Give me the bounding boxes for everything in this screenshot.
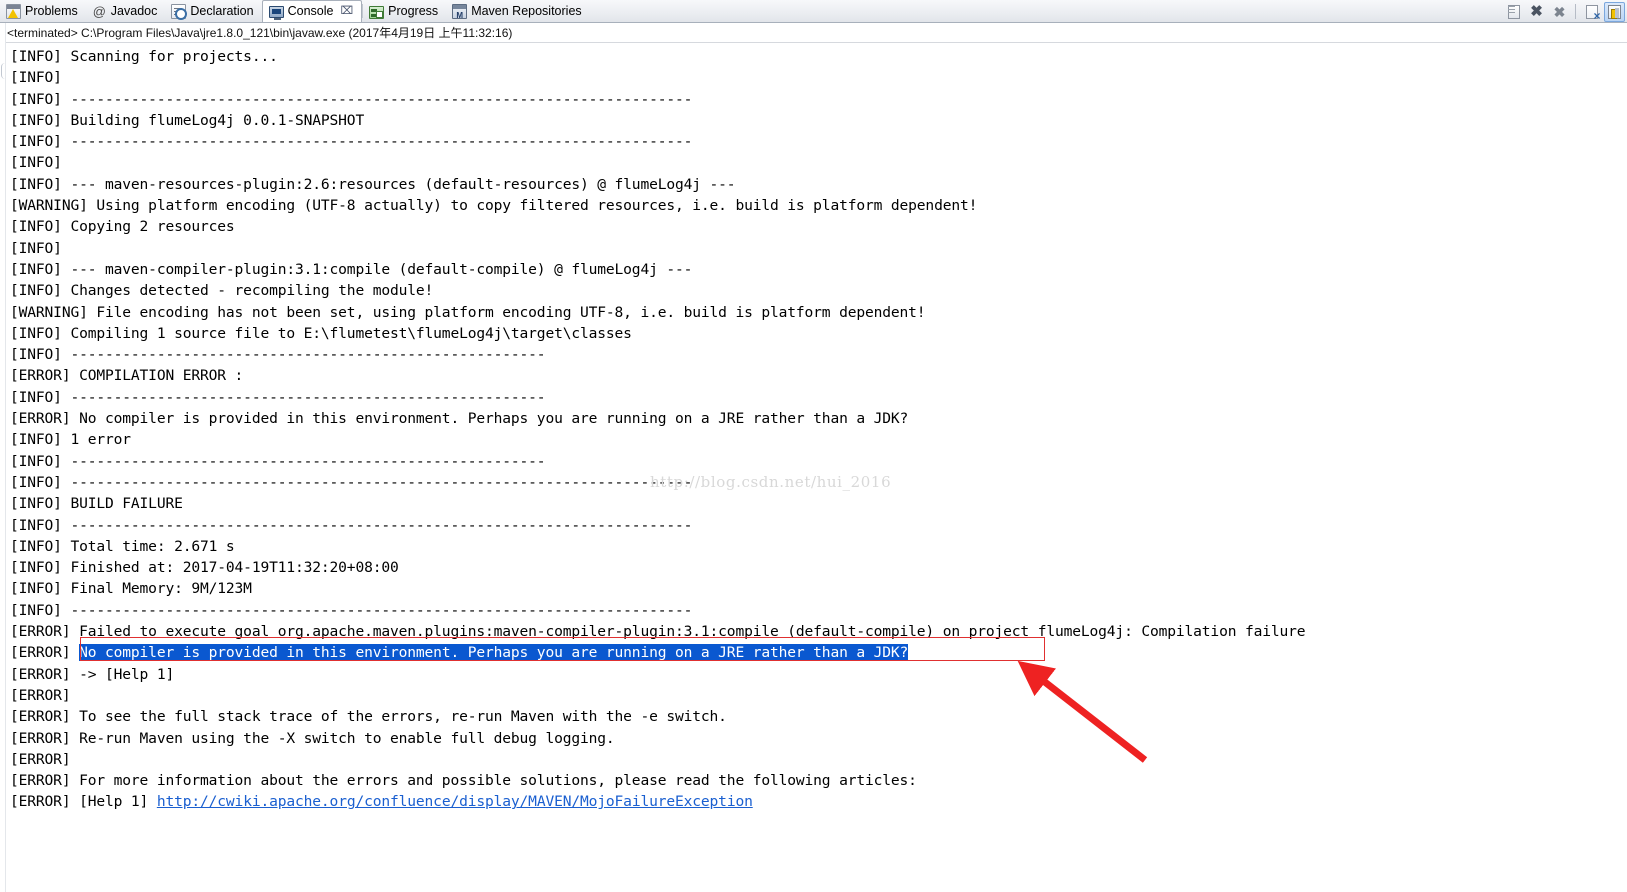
console-line: [ERROR] To see the full stack trace of t…	[10, 708, 727, 726]
console-line: [INFO] Changes detected - recompiling th…	[10, 282, 434, 300]
clear-console-button[interactable]	[1581, 2, 1602, 22]
console-line: [INFO] Scanning for projects...	[10, 48, 278, 65]
tab-javadoc[interactable]: @ Javadoc	[86, 0, 166, 22]
mojo-failure-exception-link[interactable]: http://cwiki.apache.org/confluence/displ…	[157, 793, 753, 810]
console-lines-top: [INFO] Scanning for projects... [INFO] [I…	[10, 46, 1627, 642]
console-line: [INFO] Building flumeLog4j 0.0.1-SNAPSHO…	[10, 111, 365, 129]
view-left-edge	[0, 23, 6, 892]
declaration-icon	[171, 4, 188, 20]
console-line: [ERROR] For more information about the e…	[10, 772, 917, 790]
console-line: [INFO] ---------------------------------…	[10, 346, 546, 364]
console-line: [INFO]	[10, 154, 71, 172]
console-line: [INFO]	[10, 69, 71, 87]
console-line: [INFO] BUILD FAILURE	[10, 495, 183, 513]
console-line: [WARNING] File encoding has not been set…	[10, 303, 926, 321]
javadoc-icon: @	[92, 4, 106, 19]
remove-all-terminated-button[interactable]: ✖	[1549, 2, 1570, 22]
clear-console-icon	[1585, 4, 1601, 22]
terminate-icon: ✖	[1530, 3, 1543, 20]
console-line: [ERROR]	[10, 686, 80, 704]
console-line: [INFO] Total time: 2.671 s	[10, 537, 235, 555]
tab-problems-label: Problems	[25, 4, 78, 18]
console-line: [INFO] Copying 2 resources	[10, 218, 235, 236]
toolbar-separator	[1575, 4, 1576, 19]
view-tab-bar: Problems @ Javadoc Declaration Console ⌧…	[0, 0, 1627, 23]
console-lines-bottom: [ERROR] -> [Help 1] [ERROR] [ERROR] To se…	[10, 664, 1627, 792]
tab-progress[interactable]: Progress	[363, 0, 446, 22]
console-line: [ERROR] COMPILATION ERROR :	[10, 367, 252, 385]
tab-progress-label: Progress	[388, 4, 439, 18]
tab-maven-repositories[interactable]: Maven Repositories	[446, 0, 589, 22]
pin-console-button[interactable]	[1604, 1, 1625, 22]
console-line: [INFO] ---------------------------------…	[10, 90, 693, 108]
tab-console-label: Console	[287, 4, 334, 18]
tab-declaration[interactable]: Declaration	[165, 0, 261, 22]
scroll-lock-icon	[1507, 4, 1520, 19]
console-line: [ERROR] Failed to execute goal org.apach…	[10, 623, 1306, 641]
console-line: [INFO] Finished at: 2017-04-19T11:32:20+…	[10, 559, 399, 577]
console-line: [ERROR]	[10, 750, 80, 768]
console-line: [INFO] ---------------------------------…	[10, 516, 693, 534]
tab-maven-repositories-label: Maven Repositories	[471, 4, 582, 18]
scroll-lock-button[interactable]	[1503, 2, 1524, 22]
tab-console[interactable]: Console ⌧	[261, 0, 363, 22]
tab-javadoc-label: Javadoc	[110, 4, 158, 18]
maven-repositories-icon	[452, 4, 468, 20]
console-line: [ERROR] -> [Help 1]	[10, 665, 175, 683]
console-line: [INFO] ---------------------------------…	[10, 473, 693, 491]
terminated-process-label: <terminated> C:\Program Files\Java\jre1.…	[0, 23, 1627, 43]
help-link-line[interactable]: [ERROR] [Help 1] http://cwiki.apache.org…	[10, 791, 1627, 812]
remove-all-terminated-icon: ✖	[1553, 3, 1566, 20]
console-line: [INFO] --- maven-resources-plugin:2.6:re…	[10, 175, 736, 193]
tab-problems[interactable]: Problems	[0, 0, 86, 22]
console-line: [INFO] --- maven-compiler-plugin:3.1:com…	[10, 260, 693, 278]
progress-icon	[369, 5, 385, 19]
console-line: [INFO]	[10, 239, 71, 257]
console-line: [INFO] 1 error	[10, 431, 131, 449]
terminate-button[interactable]: ✖	[1526, 2, 1547, 22]
console-line: [ERROR] No compiler is provided in this …	[10, 410, 909, 428]
highlighted-error-prefix: [ERROR]	[10, 644, 80, 662]
console-line: [INFO] ---------------------------------…	[10, 452, 546, 470]
eclipse-console-view: Problems @ Javadoc Declaration Console ⌧…	[0, 0, 1627, 892]
console-toolbar: ✖ ✖	[1503, 1, 1625, 22]
selected-error-text[interactable]: No compiler is provided in this environm…	[79, 644, 908, 662]
close-icon[interactable]: ⌧	[340, 0, 353, 22]
view-corner-decoration	[1, 63, 10, 79]
console-line: [INFO] ---------------------------------…	[10, 601, 693, 619]
pin-console-icon	[1608, 4, 1621, 19]
console-icon	[268, 6, 284, 20]
console-line: [ERROR] Re-run Maven using the -X switch…	[10, 729, 615, 747]
terminated-process-text: <terminated> C:\Program Files\Java\jre1.…	[7, 26, 513, 40]
console-line: [WARNING] Using platform encoding (UTF-8…	[10, 197, 978, 215]
console-line: [INFO] Compiling 1 source file to E:\flu…	[10, 324, 632, 342]
tab-declaration-label: Declaration	[190, 4, 254, 18]
help-link-prefix: [ERROR] [Help 1]	[10, 793, 157, 811]
highlighted-error-line[interactable]: [ERROR] No compiler is provided in this …	[10, 642, 1627, 663]
console-output[interactable]: [INFO] Scanning for projects... [INFO] [I…	[0, 43, 1627, 891]
console-line: [INFO] ---------------------------------…	[10, 133, 693, 151]
problems-icon	[6, 4, 21, 19]
console-line: [INFO] ---------------------------------…	[10, 388, 546, 406]
console-line: [INFO] Final Memory: 9M/123M	[10, 580, 252, 598]
